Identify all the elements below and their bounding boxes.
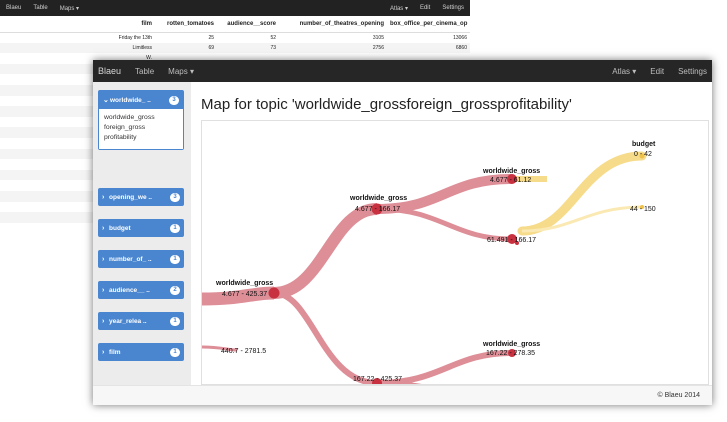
label-d-range: 61.491 - 166.17 xyxy=(487,237,536,244)
back-nav-atlas[interactable]: Atlas ▾ xyxy=(390,5,408,12)
brand-link[interactable]: Blaeu xyxy=(98,66,121,76)
node-root[interactable] xyxy=(268,287,280,299)
branch-a-to-d xyxy=(376,206,513,242)
label-h-range: 167.22 - 278.35 xyxy=(486,350,535,357)
chevron-right-icon: › xyxy=(102,348,105,356)
blaeu-window: Blaeu Table Maps ▾ Atlas ▾ Edit Settings… xyxy=(93,60,712,405)
topic-card-body: worldwide_gross foreign_gross profitabil… xyxy=(99,109,183,149)
map-canvas[interactable]: worldwide_gross 4.677 - 425.37 worldwide… xyxy=(201,120,709,385)
topic-variable: foreign_gross xyxy=(104,124,146,131)
label-c-variable: worldwide_gross xyxy=(482,168,540,175)
tree-map-svg[interactable]: worldwide_gross 4.677 - 425.37 worldwide… xyxy=(202,121,709,385)
chevron-right-icon: › xyxy=(102,317,105,325)
topic-sidebar: ⌄ worldwide_ .. 3 worldwide_gross foreig… xyxy=(93,82,191,385)
page-title: Map for topic 'worldwide_grossforeign_gr… xyxy=(201,96,572,113)
table-cell: 3105 xyxy=(372,34,384,41)
label-g-range: 167.22 - 425.37 xyxy=(353,376,402,383)
label-b-range: 440.7 - 2781.5 xyxy=(221,348,266,355)
table-row: Friday the 13th 25 52 3105 13066 xyxy=(0,32,470,43)
nav-settings[interactable]: Settings xyxy=(678,67,707,76)
topic-card-opening[interactable]: › opening_we .. 3 xyxy=(98,188,184,206)
table-cell: 25 xyxy=(208,34,214,41)
topic-card-film[interactable]: › film 1 xyxy=(98,343,184,361)
topic-card-title: film xyxy=(109,348,121,356)
label-e-variable: budget xyxy=(632,141,656,148)
nav-atlas-dropdown[interactable]: Atlas ▾ xyxy=(612,67,636,76)
label-a-variable: worldwide_gross xyxy=(349,195,407,202)
nav-edit[interactable]: Edit xyxy=(650,67,664,76)
topic-card-title: year_relea .. xyxy=(109,317,147,325)
table-cell: 73 xyxy=(217,42,279,54)
screenshot-root: Blaeu Table Maps ▾ Atlas ▾ Edit Settings… xyxy=(0,0,727,422)
nav-table[interactable]: Table xyxy=(135,67,154,76)
topic-card-title: worldwide_ .. xyxy=(110,96,151,104)
count-badge: 1 xyxy=(170,254,180,264)
topic-variable: worldwide_gross xyxy=(104,114,155,121)
main-panel: Map for topic 'worldwide_grossforeign_gr… xyxy=(191,82,712,385)
background-navbar: Blaeu Table Maps ▾ Atlas ▾ Edit Settings xyxy=(0,0,470,16)
label-e-range: 0 - 42 xyxy=(634,151,652,158)
topic-card-year-release[interactable]: › year_relea .. 1 xyxy=(98,312,184,330)
topic-card-budget[interactable]: › budget 1 xyxy=(98,219,184,237)
branch-root-to-a xyxy=(273,203,378,299)
page-footer: © Blaeu 2014 xyxy=(93,385,712,405)
chevron-right-icon: › xyxy=(102,224,105,232)
back-brand[interactable]: Blaeu xyxy=(6,5,21,11)
table-cell: 13066 xyxy=(453,34,467,41)
table-header-cell[interactable]: rotten_tomatoes xyxy=(155,16,217,33)
topic-card-title: budget xyxy=(109,224,131,232)
chevron-down-icon: ⌄ xyxy=(103,97,109,104)
label-f-range: 44 - 150 xyxy=(630,206,656,213)
label-root-variable: worldwide_gross xyxy=(215,280,273,287)
chevron-right-icon: › xyxy=(102,286,105,294)
topic-variable: profitability xyxy=(104,134,137,141)
label-root-range: 4.677 - 425.37 xyxy=(222,291,267,298)
count-badge: 1 xyxy=(170,223,180,233)
table-cell: Limitless xyxy=(0,42,155,54)
copyright-text: © Blaeu 2014 xyxy=(657,392,700,399)
table-header-cell[interactable]: audience__score xyxy=(217,16,279,33)
label-h-variable: worldwide_gross xyxy=(482,341,540,348)
table-cell: Friday the 13th xyxy=(118,34,152,41)
topic-card-title: opening_we .. xyxy=(109,193,152,201)
chevron-right-icon: › xyxy=(102,255,105,263)
label-a-range: 4.677 - 166.17 xyxy=(355,206,400,213)
back-nav-edit[interactable]: Edit xyxy=(420,5,430,12)
count-badge: 2 xyxy=(170,285,180,295)
topic-card-header[interactable]: ⌄ worldwide_ .. 3 xyxy=(99,91,183,109)
label-c-range: 4.677 - 61.12 xyxy=(490,177,531,184)
count-badge: 1 xyxy=(170,347,180,357)
count-badge: 1 xyxy=(170,316,180,326)
topic-card-title: number_of_ .. xyxy=(109,255,152,263)
count-badge: 3 xyxy=(169,95,179,105)
branch-root-to-g xyxy=(273,290,378,384)
back-nav-maps[interactable]: Maps ▾ xyxy=(60,5,79,12)
count-badge: 3 xyxy=(170,192,180,202)
topic-card-title: audience__ .. xyxy=(109,286,150,294)
table-header-cell[interactable]: film xyxy=(0,16,155,33)
table-cell: 6860 xyxy=(387,42,470,54)
top-navbar: Blaeu Table Maps ▾ Atlas ▾ Edit Settings xyxy=(93,60,712,82)
back-nav-settings[interactable]: Settings xyxy=(442,5,464,12)
table-header-cell[interactable]: box_office_per_cinema_op xyxy=(387,16,470,33)
topic-card-number-of[interactable]: › number_of_ .. 1 xyxy=(98,250,184,268)
topic-card-worldwide[interactable]: ⌄ worldwide_ .. 3 worldwide_gross foreig… xyxy=(98,90,184,150)
table-cell: 69 xyxy=(155,42,217,54)
nav-maps-dropdown[interactable]: Maps ▾ xyxy=(168,67,194,76)
topic-card-audience[interactable]: › audience__ .. 2 xyxy=(98,281,184,299)
chevron-right-icon: › xyxy=(102,193,105,201)
table-header-cell[interactable]: number_of_theatres_opening xyxy=(279,16,387,33)
back-nav-table[interactable]: Table xyxy=(33,5,47,11)
table-cell: 2756 xyxy=(279,42,387,54)
table-row: Limitless 69 73 2756 6860 xyxy=(0,42,470,54)
table-cell: 52 xyxy=(270,34,276,41)
